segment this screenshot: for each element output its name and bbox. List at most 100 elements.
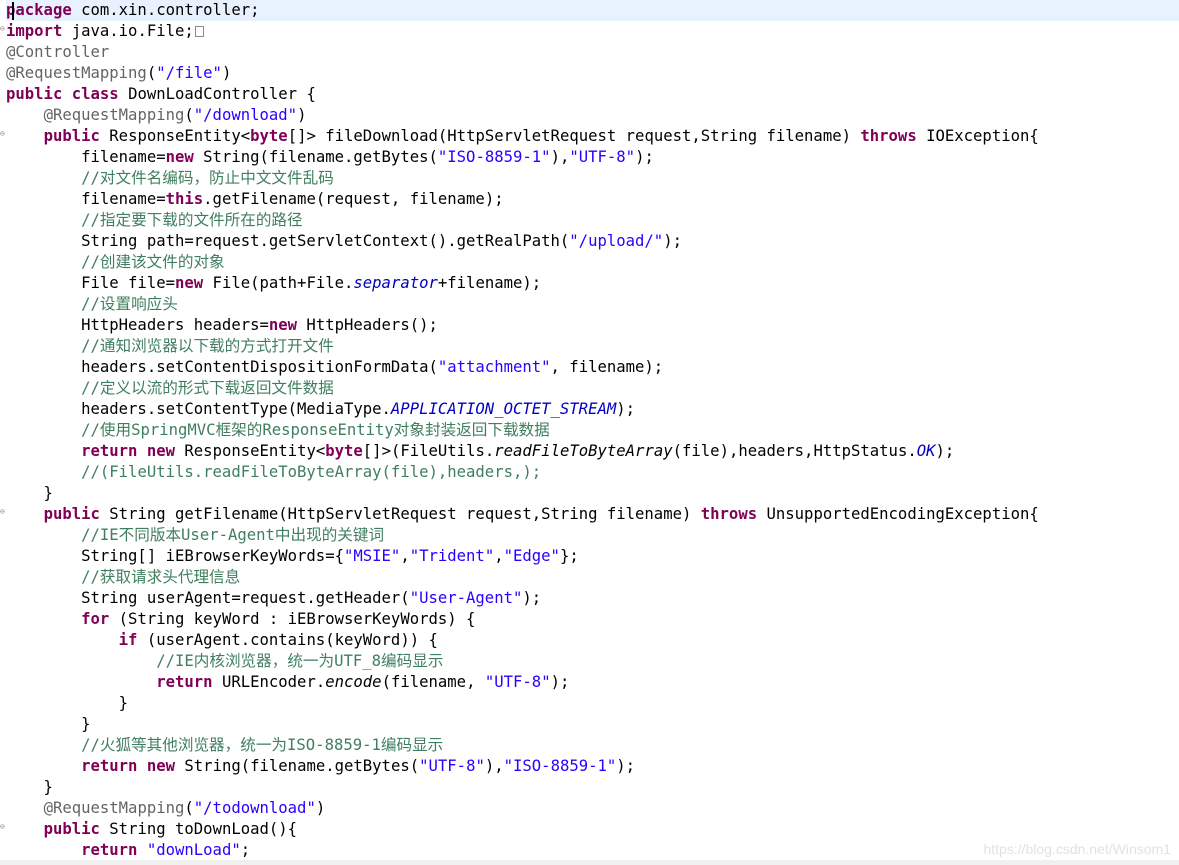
code-token: new [146,757,176,775]
code-token: ResponseEntity< [175,442,326,460]
code-token: "downLoad" [146,841,241,859]
code-line[interactable]: return new ResponseEntity<byte[]>(FileUt… [6,441,954,462]
code-token: ); [935,442,955,460]
code-line[interactable]: String path=request.getServletContext().… [6,231,682,252]
code-line[interactable]: //IE不同版本User-Agent中出现的关键词 [6,525,384,546]
code-line[interactable]: //创建该文件的对象 [6,252,225,273]
code-token: (file),headers,HttpStatus. [672,442,917,460]
code-line[interactable]: File file=new File(path+File.separator+f… [6,273,541,294]
code-token: //对文件名编码，防止中文文件乱码 [81,169,334,187]
code-line[interactable]: String[] iEBrowserKeyWords={"MSIE","Trid… [6,546,579,567]
code-line[interactable]: } [6,693,128,714]
code-token: String getFilename(HttpServletRequest re… [99,505,701,523]
code-token: IOException{ [916,127,1039,145]
code-line[interactable]: return new String(filename.getBytes("UTF… [6,756,635,777]
code-token: com.xin.controller; [71,1,260,19]
code-line[interactable]: @RequestMapping("/download") [6,105,307,126]
code-line[interactable]: @RequestMapping("/todownload") [6,798,326,819]
code-line[interactable]: import java.io.File; [6,21,204,42]
code-token: return [81,757,138,775]
code-token: ResponseEntity< [99,127,251,145]
code-line[interactable]: //使用SpringMVC框架的ResponseEntity对象封装返回下载数据 [6,420,550,441]
code-line[interactable]: } [6,777,53,798]
code-token: //IE内核浏览器，统一为UTF_8编码显示 [156,652,444,670]
code-line[interactable]: //获取请求头代理信息 [6,567,240,588]
code-line[interactable]: headers.setContentDispositionFormData("a… [6,357,663,378]
code-line[interactable]: filename=this.getFilename(request, filen… [6,189,504,210]
code-token: String toDownLoad(){ [99,820,298,838]
code-line[interactable]: package com.xin.controller; [6,0,1179,21]
folded-imports-icon[interactable] [194,26,204,37]
code-token: String(filename.getBytes( [175,757,420,775]
code-token: this [165,190,204,208]
code-line[interactable]: //指定要下载的文件所在的路径 [6,210,303,231]
fold-toggle-icon[interactable]: ⊖ [0,508,5,516]
code-token: for [81,610,110,628]
code-line[interactable]: if (userAgent.contains(keyWord)) { [6,630,438,651]
code-token: "/file" [156,64,222,82]
code-token: []>(FileUtils. [362,442,495,460]
code-token: "UTF-8" [419,757,485,775]
code-line[interactable]: String userAgent=request.getHeader("User… [6,588,541,609]
code-line[interactable]: public class DownLoadController { [6,84,316,105]
code-token: ) [297,106,307,124]
code-token: headers.setContentType(MediaType. [6,400,391,418]
code-line[interactable]: public ResponseEntity<byte[]> fileDownlo… [6,126,1039,147]
fold-toggle-icon[interactable]: ⊖ [0,25,5,33]
horizontal-scrollbar[interactable] [0,860,1179,865]
code-line[interactable]: return "downLoad"; [6,840,250,861]
fold-toggle-icon[interactable]: ⊖ [0,823,5,831]
code-token: ) [315,799,326,817]
code-token: public [43,505,100,523]
code-line[interactable]: @Controller [6,42,109,63]
code-token: byte [250,127,288,145]
code-token: URLEncoder. [212,673,326,691]
code-line[interactable]: HttpHeaders headers=new HttpHeaders(); [6,315,438,336]
code-line[interactable]: for (String keyWord : iEBrowserKeyWords)… [6,609,475,630]
code-line[interactable]: //对文件名编码，防止中文文件乱码 [6,168,334,189]
code-token: new [146,442,176,460]
code-token: , [494,547,504,565]
code-token: encode [325,673,382,691]
code-token: "ISO-8859-1" [437,148,551,166]
code-token: ); [635,148,654,166]
code-editor[interactable]: ⊖ ⊖ ⊖ ⊖ package com.xin.controller; import j… [0,0,1179,865]
code-line[interactable]: } [6,714,90,735]
code-line[interactable]: filename=new String(filename.getBytes("I… [6,147,654,168]
code-line[interactable]: //(FileUtils.readFileToByteArray(file),h… [6,462,541,483]
code-line[interactable]: headers.setContentType(MediaType.APPLICA… [6,399,635,420]
code-token: "attachment" [437,358,551,376]
code-token: ; [240,841,251,859]
code-token: DownLoadController { [118,85,316,103]
code-token: ); [616,400,636,418]
code-token: }; [559,547,579,565]
code-line[interactable]: return URLEncoder.encode(filename, "UTF-… [6,672,569,693]
code-line[interactable]: //通知浏览器以下载的方式打开文件 [6,336,334,357]
code-line[interactable]: //IE内核浏览器，统一为UTF_8编码显示 [6,651,443,672]
code-line[interactable]: } [6,483,53,504]
code-token: filename= [6,148,166,166]
code-token: ( [146,64,157,82]
code-token: "MSIE" [343,547,401,565]
code-token: ); [522,589,542,607]
code-line[interactable]: public String getFilename(HttpServletReq… [6,504,1039,525]
code-token: "/download" [193,106,298,124]
fold-toggle-icon[interactable]: ⊖ [0,130,5,138]
code-token: return [81,442,138,460]
code-token: //获取请求头代理信息 [81,568,241,586]
code-line[interactable]: public String toDownLoad(){ [6,819,298,840]
code-token: "User-Agent" [409,589,523,607]
watermark: https://blog.csdn.net/Winsom1 [983,841,1171,857]
code-line[interactable]: //设置响应头 [6,294,178,315]
code-line[interactable]: @RequestMapping("/file") [6,63,231,84]
code-line[interactable]: //定义以流的形式下载返回文件数据 [6,378,334,399]
code-line[interactable]: //火狐等其他浏览器，统一为ISO-8859-1编码显示 [6,735,443,756]
